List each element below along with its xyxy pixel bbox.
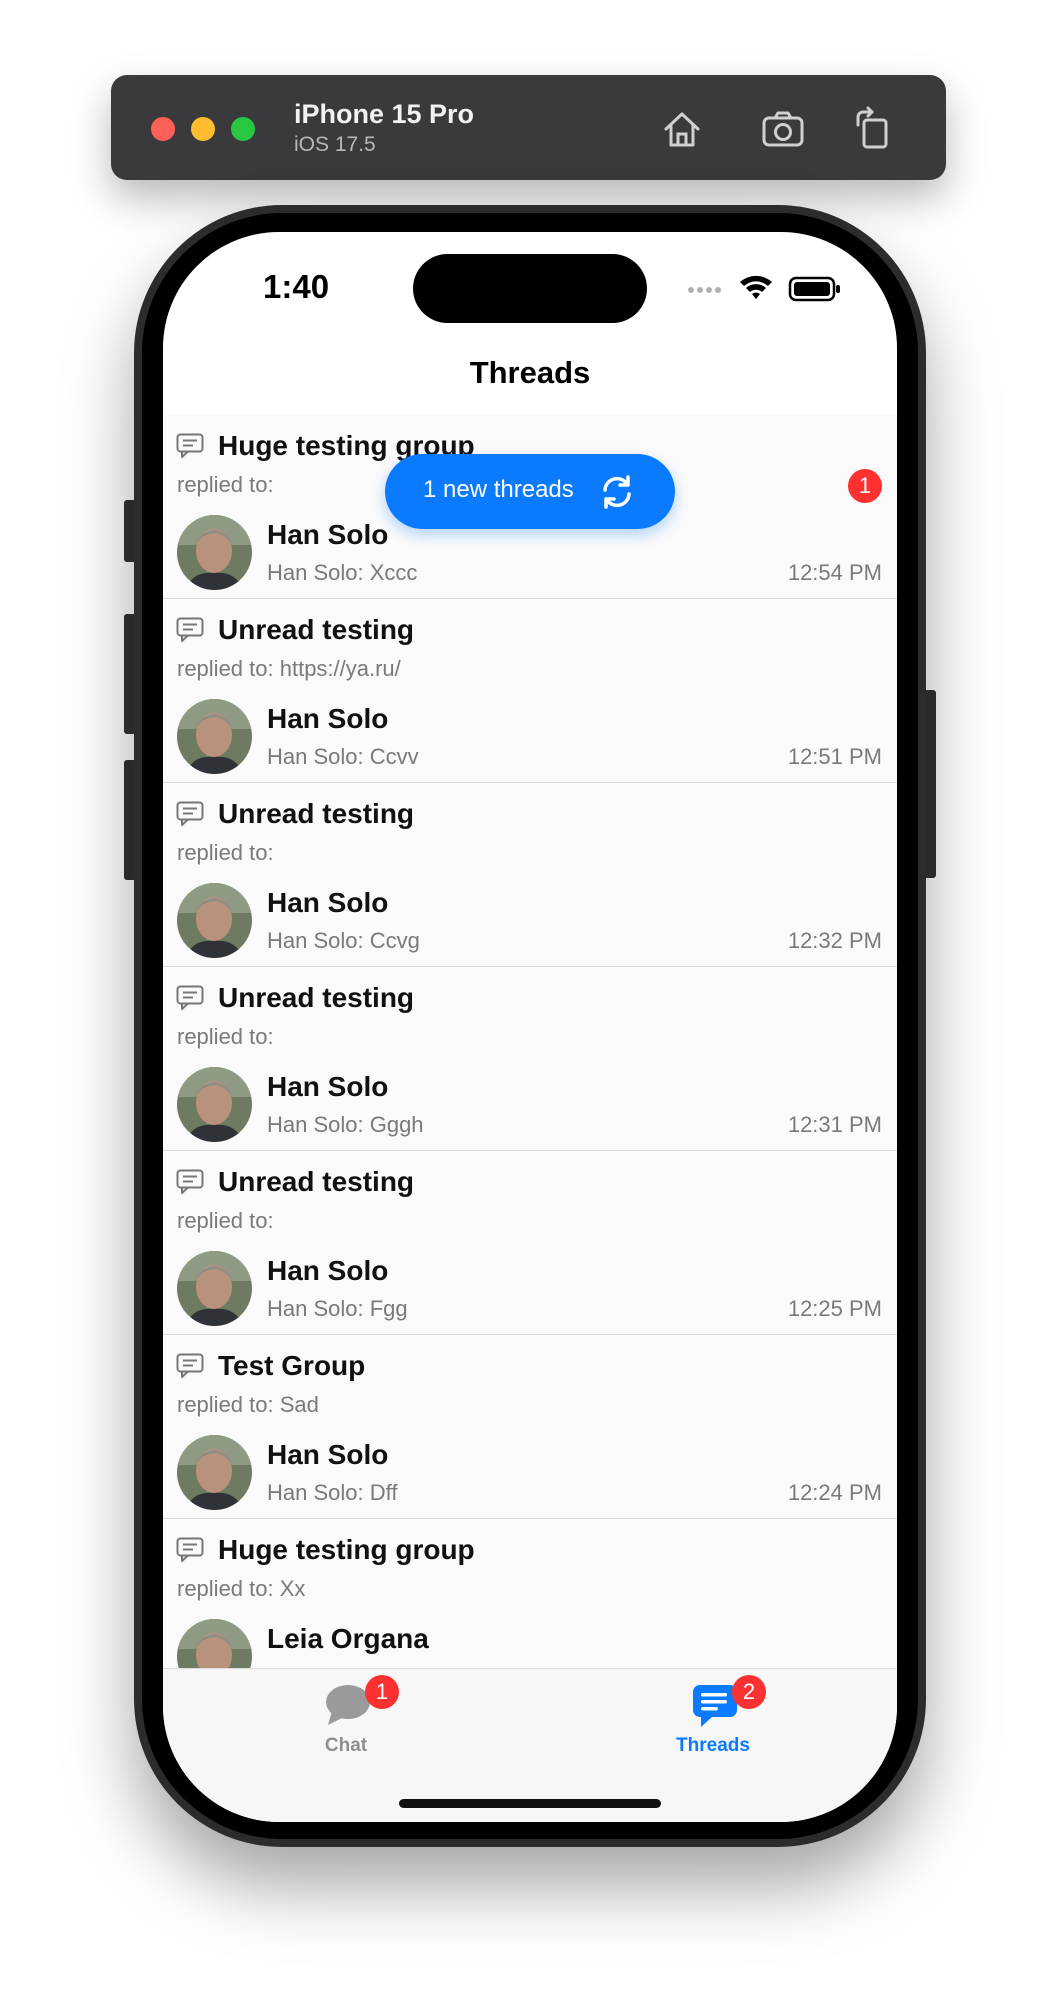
threads-tab-label: Threads (676, 1735, 750, 1756)
thread-timestamp: 12:24 PM (787, 1480, 882, 1505)
avatar (177, 699, 252, 774)
os-version: iOS 17.5 (294, 133, 376, 156)
refresh-icon (603, 475, 631, 509)
thread-replied-to: replied to: Xx (177, 1576, 306, 1601)
thread-bubble-icon (176, 985, 204, 1010)
thread-author: Han Solo (267, 519, 389, 550)
thread-replied-to: replied to: (177, 472, 274, 497)
thread-timestamp: 12:51 PM (787, 744, 882, 769)
thread-replied-to: replied to: https://ya.ru/ (177, 656, 401, 681)
battery-icon (788, 276, 840, 302)
thread-author: Han Solo (267, 1071, 389, 1102)
thread-row[interactable]: Unread testing replied to: Han Solo Han Sol… (163, 783, 897, 967)
thread-author: Leia Organa (267, 1623, 429, 1654)
tab-chat[interactable]: 1 Chat (246, 1669, 446, 1769)
home-indicator (399, 1799, 661, 1808)
zoom-window-button[interactable] (231, 117, 255, 141)
thread-bubble-icon (176, 617, 204, 642)
minimize-window-button[interactable] (191, 117, 215, 141)
thread-group-name: Unread testing (218, 982, 415, 1013)
thread-author: Han Solo (267, 1255, 389, 1286)
avatar (177, 1619, 252, 1668)
thread-group-name: Unread testing (218, 614, 415, 645)
thread-last-message: Han Solo: Dff (267, 1480, 398, 1505)
thread-bubble-icon (176, 1353, 204, 1378)
thread-timestamp: 12:54 PM (787, 560, 882, 585)
screenshot-icon[interactable] (759, 105, 807, 153)
wifi-icon (740, 275, 772, 299)
thread-bubble-icon (176, 1169, 204, 1194)
thread-bubble-icon (176, 433, 204, 458)
status-icons (688, 275, 840, 302)
thread-replied-to: replied to: (177, 1208, 274, 1233)
unread-badge: 1 (848, 469, 882, 503)
thread-group-name: Huge testing group (218, 1534, 475, 1565)
thread-list[interactable]: Huge testing group replied to: Han Solo Han… (163, 415, 897, 1668)
thread-last-message: Han Solo: Gggh (267, 1112, 424, 1137)
thread-row[interactable]: Test Group replied to: Sad Han Solo Han Sol… (163, 1335, 897, 1519)
thread-author: Han Solo (267, 887, 389, 918)
thread-group-name: Unread testing (218, 798, 415, 829)
thread-timestamp: 12:25 PM (787, 1296, 882, 1321)
thread-timestamp: 12:32 PM (787, 928, 882, 953)
thread-last-message: Han Solo: Fgg (267, 1296, 408, 1321)
thread-author: Han Solo (267, 703, 389, 734)
new-threads-button[interactable]: 1 new threads (385, 454, 675, 529)
avatar (177, 1435, 252, 1510)
thread-group-name: Unread testing (218, 1166, 415, 1197)
thread-last-message: Han Solo: Xccc (267, 560, 418, 585)
avatar (177, 1251, 252, 1326)
thread-bubble-icon (176, 1537, 204, 1562)
phone-screen: 1:40 Threads Huge testing group replied t… (163, 232, 897, 1822)
thread-bubble-icon (176, 801, 204, 826)
cellular-dots-icon (688, 287, 721, 293)
device-name: iPhone 15 Pro (294, 99, 475, 129)
avatar (177, 883, 252, 958)
thread-author: Han Solo (267, 1439, 389, 1470)
thread-row[interactable]: Unread testing replied to: Han Solo Han Sol… (163, 1151, 897, 1335)
close-window-button[interactable] (151, 117, 175, 141)
chat-tab-label: Chat (324, 1735, 368, 1756)
thread-row[interactable]: Unread testing replied to: Han Solo Han Sol… (163, 967, 897, 1151)
new-threads-label: 1 new threads (423, 476, 574, 503)
home-icon[interactable] (658, 105, 706, 153)
thread-group-name: Test Group (218, 1350, 366, 1381)
thread-row[interactable]: Huge testing group replied to: Xx Leia Org… (163, 1519, 897, 1668)
thread-last-message: Han Solo: Ccvg (267, 928, 420, 953)
thread-replied-to: replied to: (177, 1024, 274, 1049)
thread-last-message: Han Solo: Ccvv (267, 744, 419, 769)
thread-replied-to: replied to: (177, 840, 274, 865)
threads-tab-badge: 2 (732, 1675, 766, 1709)
tab-threads[interactable]: 2 Threads (613, 1669, 813, 1769)
simulator-toolbar: iPhone 15 Pro iOS 17.5 (111, 75, 946, 180)
page-title: Threads (469, 355, 591, 390)
chat-tab-badge: 1 (365, 1675, 399, 1709)
thread-row[interactable]: Unread testing replied to: https://ya.ru/… (163, 599, 897, 783)
avatar (177, 515, 252, 590)
dynamic-island (413, 254, 647, 323)
rotate-icon[interactable] (850, 105, 898, 153)
thread-replied-to: replied to: Sad (177, 1392, 319, 1417)
avatar (177, 1067, 252, 1142)
thread-timestamp: 12:31 PM (787, 1112, 882, 1137)
status-time: 1:40 (263, 268, 330, 305)
